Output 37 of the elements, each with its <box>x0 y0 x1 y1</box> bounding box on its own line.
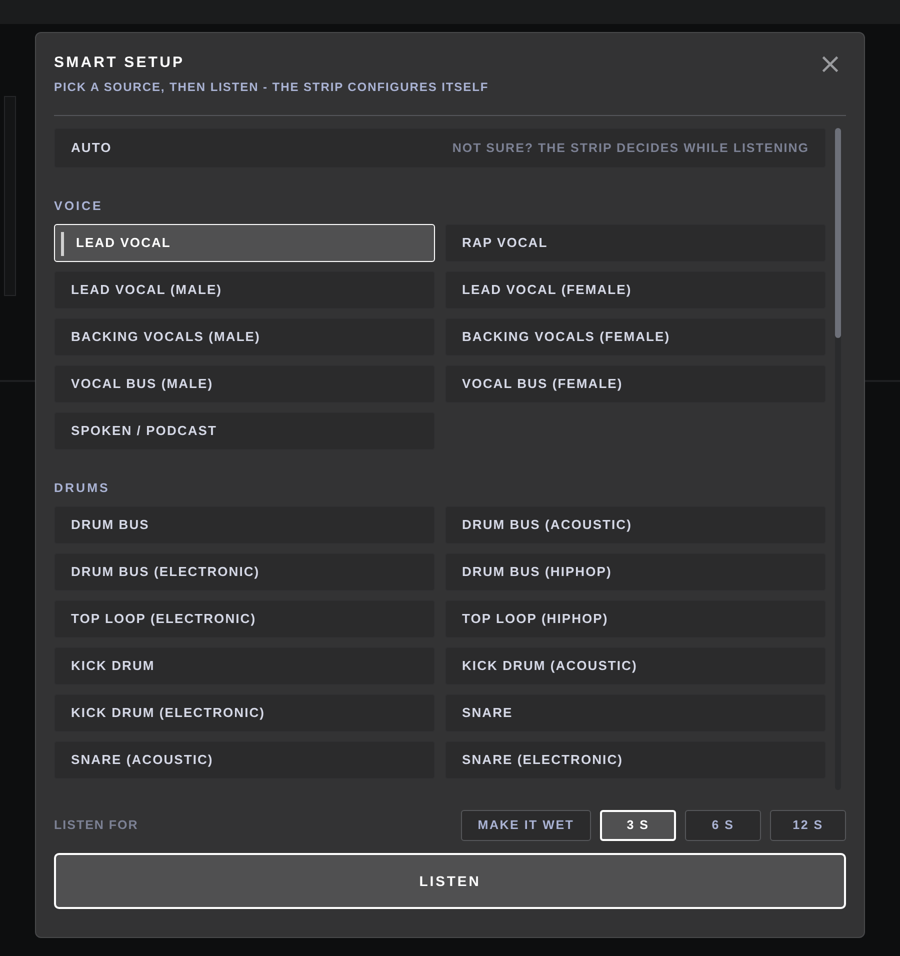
source-option[interactable]: DRUM BUS <box>54 506 435 544</box>
source-option[interactable]: LEAD VOCAL <box>54 224 435 262</box>
source-option[interactable]: LEAD VOCAL (MALE) <box>54 271 435 309</box>
auto-option[interactable]: AUTO NOT SURE? THE STRIP DECIDES WHILE LISTENING <box>54 128 826 168</box>
source-option[interactable]: SNARE (ELECTRONIC) <box>445 741 826 779</box>
source-option[interactable]: DRUM BUS (HIPHOP) <box>445 553 826 591</box>
source-option[interactable]: BACKING VOCALS (MALE) <box>54 318 435 356</box>
source-option[interactable]: RAP VOCAL <box>445 224 826 262</box>
dialog-title: SMART SETUP <box>54 53 185 73</box>
duration-option[interactable]: 6 S <box>685 810 761 841</box>
scrollbar-thumb[interactable] <box>835 128 841 338</box>
duration-option[interactable]: 12 S <box>770 810 846 841</box>
source-option[interactable]: SPOKEN / PODCAST <box>54 412 435 450</box>
listen-for-label: LISTEN FOR <box>54 817 138 834</box>
source-option[interactable]: SNARE (ACOUSTIC) <box>54 741 435 779</box>
option-label: AUTO <box>71 139 112 158</box>
source-option[interactable]: DRUM BUS (ELECTRONIC) <box>54 553 435 591</box>
selection-indicator <box>61 232 64 256</box>
source-option[interactable]: KICK DRUM (ELECTRONIC) <box>54 694 435 732</box>
source-option[interactable]: KICK DRUM (ACOUSTIC) <box>445 647 826 685</box>
source-option[interactable]: SNARE <box>445 694 826 732</box>
source-option[interactable]: VOCAL BUS (FEMALE) <box>445 365 826 403</box>
source-option[interactable]: TOP LOOP (ELECTRONIC) <box>54 600 435 638</box>
source-option[interactable]: TOP LOOP (HIPHOP) <box>445 600 826 638</box>
source-option[interactable]: KICK DRUM <box>54 647 435 685</box>
close-button[interactable]: × <box>818 51 842 77</box>
duration-option[interactable]: 3 S <box>600 810 676 841</box>
source-option[interactable]: VOCAL BUS (MALE) <box>54 365 435 403</box>
source-option[interactable]: DRUM BUS (ACOUSTIC) <box>445 506 826 544</box>
listen-button[interactable]: LISTEN <box>54 853 846 909</box>
source-option[interactable]: BACKING VOCALS (FEMALE) <box>445 318 826 356</box>
source-option[interactable]: LEAD VOCAL (FEMALE) <box>445 271 826 309</box>
option-hint: NOT SURE? THE STRIP DECIDES WHILE LISTENING <box>452 140 809 157</box>
wet-toggle[interactable]: MAKE IT WET <box>461 810 591 841</box>
dialog-subtitle: PICK A SOURCE, THEN LISTEN - THE STRIP CONFIGURES ITSELF <box>54 79 489 95</box>
section-heading: DRUMS <box>54 480 110 496</box>
section-heading: VOICE <box>54 198 103 214</box>
